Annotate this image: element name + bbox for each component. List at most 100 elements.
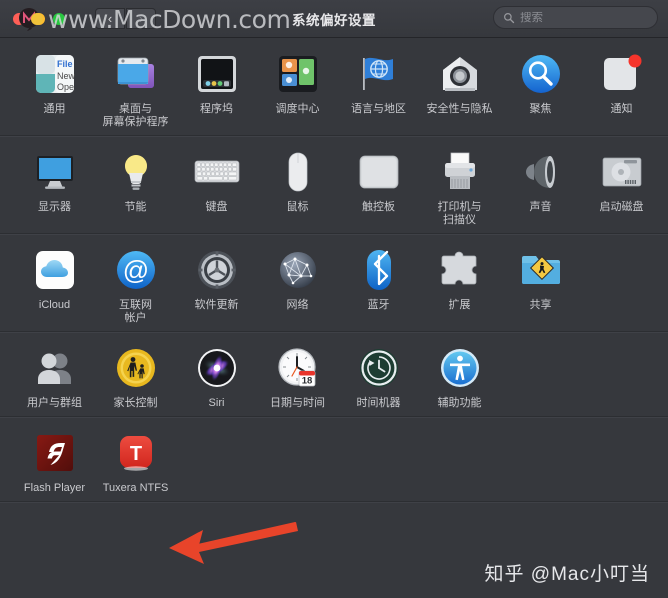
pref-accessibility[interactable]: 辅助功能 (419, 342, 500, 410)
mouse-icon (274, 148, 322, 196)
pref-sharing[interactable]: 共享 (500, 244, 581, 325)
svg-text:T: T (129, 443, 141, 465)
svg-text:File: File (57, 59, 73, 69)
pref-time-machine[interactable]: 时间机器 (338, 342, 419, 410)
pref-keyboard[interactable]: 键盘 (176, 146, 257, 227)
pref-label: 节能 (124, 201, 147, 213)
pref-startup-disk[interactable]: 启动磁盘 (581, 146, 662, 227)
pref-label: iCloud (38, 299, 71, 311)
pref-notifications[interactable]: 通知 (581, 48, 662, 129)
time-machine-icon (355, 344, 403, 392)
pref-label: 键盘 (205, 201, 228, 213)
pref-flash-player[interactable]: Flash Player (14, 427, 95, 495)
flash-player-icon (31, 429, 79, 477)
pref-users-groups[interactable]: 用户与群组 (14, 342, 95, 410)
bluetooth-icon (355, 246, 403, 294)
pref-label: 显示器 (38, 201, 71, 213)
tuxera-ntfs-icon: T (112, 429, 160, 477)
dock-icon (193, 50, 241, 98)
pref-sound[interactable]: 声音 (500, 146, 581, 227)
notifications-icon (598, 50, 646, 98)
pref-displays[interactable]: 显示器 (14, 146, 95, 227)
back-button[interactable]: ‹ (95, 8, 125, 29)
search-icon (504, 12, 515, 23)
forward-button[interactable]: › (126, 8, 156, 29)
pref-spotlight[interactable]: 聚焦 (500, 48, 581, 129)
pref-dock[interactable]: 程序坞 (176, 48, 257, 129)
pref-label: 通用 (43, 103, 66, 115)
row-internet: iCloud @ 互联网 帐户 软件更新 网络 蓝牙 扩展 共享 (0, 234, 668, 332)
pref-printers-scanners[interactable]: 打印机与 扫描仪 (419, 146, 500, 227)
pref-label: Flash Player (23, 482, 86, 494)
search-input[interactable] (520, 11, 648, 24)
pref-date-time[interactable]: 18 日期与时间 (257, 342, 338, 410)
search-field[interactable] (493, 6, 658, 29)
trackpad-icon (355, 148, 403, 196)
desktop-screensaver-icon (112, 50, 160, 98)
pref-parental-controls[interactable]: 家长控制 (95, 342, 176, 410)
pref-label: Siri (208, 397, 225, 409)
users-groups-icon (31, 344, 79, 392)
keyboard-icon (193, 148, 241, 196)
mission-control-icon (274, 50, 322, 98)
pref-label: 声音 (529, 201, 552, 213)
language-region-icon (355, 50, 403, 98)
general-icon: File New Ope (31, 50, 79, 98)
pref-tuxera-ntfs[interactable]: T Tuxera NTFS (95, 427, 176, 495)
pref-network[interactable]: 网络 (257, 244, 338, 325)
svg-text:Ope: Ope (57, 82, 74, 92)
pref-label: 聚焦 (529, 103, 552, 115)
pref-label: 蓝牙 (367, 299, 390, 311)
extensions-icon (436, 246, 484, 294)
system-preferences-window: ‹ › 系统偏好设置 File (0, 0, 668, 598)
spotlight-icon (517, 50, 565, 98)
startup-disk-icon (598, 148, 646, 196)
date-time-icon: 18 (274, 344, 322, 392)
pref-label: 互联网 帐户 (119, 299, 152, 324)
zoom-window-button[interactable] (53, 12, 65, 25)
pref-desktop-screensaver[interactable]: 桌面与 屏幕保护程序 (95, 48, 176, 129)
close-window-button[interactable] (13, 12, 25, 25)
pref-security-privacy[interactable]: 安全性与隐私 (419, 48, 500, 129)
minimize-window-button[interactable] (33, 12, 45, 25)
displays-icon (31, 148, 79, 196)
pref-software-update[interactable]: 软件更新 (176, 244, 257, 325)
software-update-icon (193, 246, 241, 294)
printers-scanners-icon (436, 148, 484, 196)
accessibility-icon (436, 344, 484, 392)
pref-label: 启动磁盘 (599, 201, 644, 213)
pref-language-region[interactable]: 语言与地区 (338, 48, 419, 129)
security-privacy-icon (436, 50, 484, 98)
navigation-buttons: ‹ › (95, 8, 156, 29)
energy-saver-icon (112, 148, 160, 196)
pref-label: 时间机器 (356, 397, 401, 409)
pref-label: 打印机与 扫描仪 (437, 201, 482, 226)
pref-label: 共享 (529, 299, 552, 311)
pref-mouse[interactable]: 鼠标 (257, 146, 338, 227)
pref-trackpad[interactable]: 触控板 (338, 146, 419, 227)
pref-label: 语言与地区 (351, 103, 406, 115)
sharing-icon (517, 246, 565, 294)
pref-internet-accounts[interactable]: @ 互联网 帐户 (95, 244, 176, 325)
parental-controls-icon (112, 344, 160, 392)
pref-mission-control[interactable]: 调度中心 (257, 48, 338, 129)
siri-icon (193, 344, 241, 392)
pref-label: 家长控制 (113, 397, 158, 409)
pref-label: 鼠标 (286, 201, 309, 213)
network-icon (274, 246, 322, 294)
red-arrow-annotation (169, 522, 298, 564)
pref-siri[interactable]: Siri (176, 342, 257, 410)
pref-energy-saver[interactable]: 节能 (95, 146, 176, 227)
icloud-icon (31, 246, 79, 294)
pref-label: 网络 (286, 299, 309, 311)
row-system: 用户与群组 家长控制 Siri 18 日期与时间 时间机器 辅助功能 (0, 332, 668, 417)
pref-icloud[interactable]: iCloud (14, 244, 95, 325)
pref-bluetooth[interactable]: 蓝牙 (338, 244, 419, 325)
window-toolbar: ‹ › 系统偏好设置 (0, 0, 668, 38)
pref-label: 程序坞 (200, 103, 233, 115)
pref-extensions[interactable]: 扩展 (419, 244, 500, 325)
svg-text:New: New (57, 71, 76, 81)
pref-label: 日期与时间 (270, 397, 325, 409)
pref-general[interactable]: File New Ope 通用 (14, 48, 95, 129)
svg-text:@: @ (122, 255, 148, 285)
